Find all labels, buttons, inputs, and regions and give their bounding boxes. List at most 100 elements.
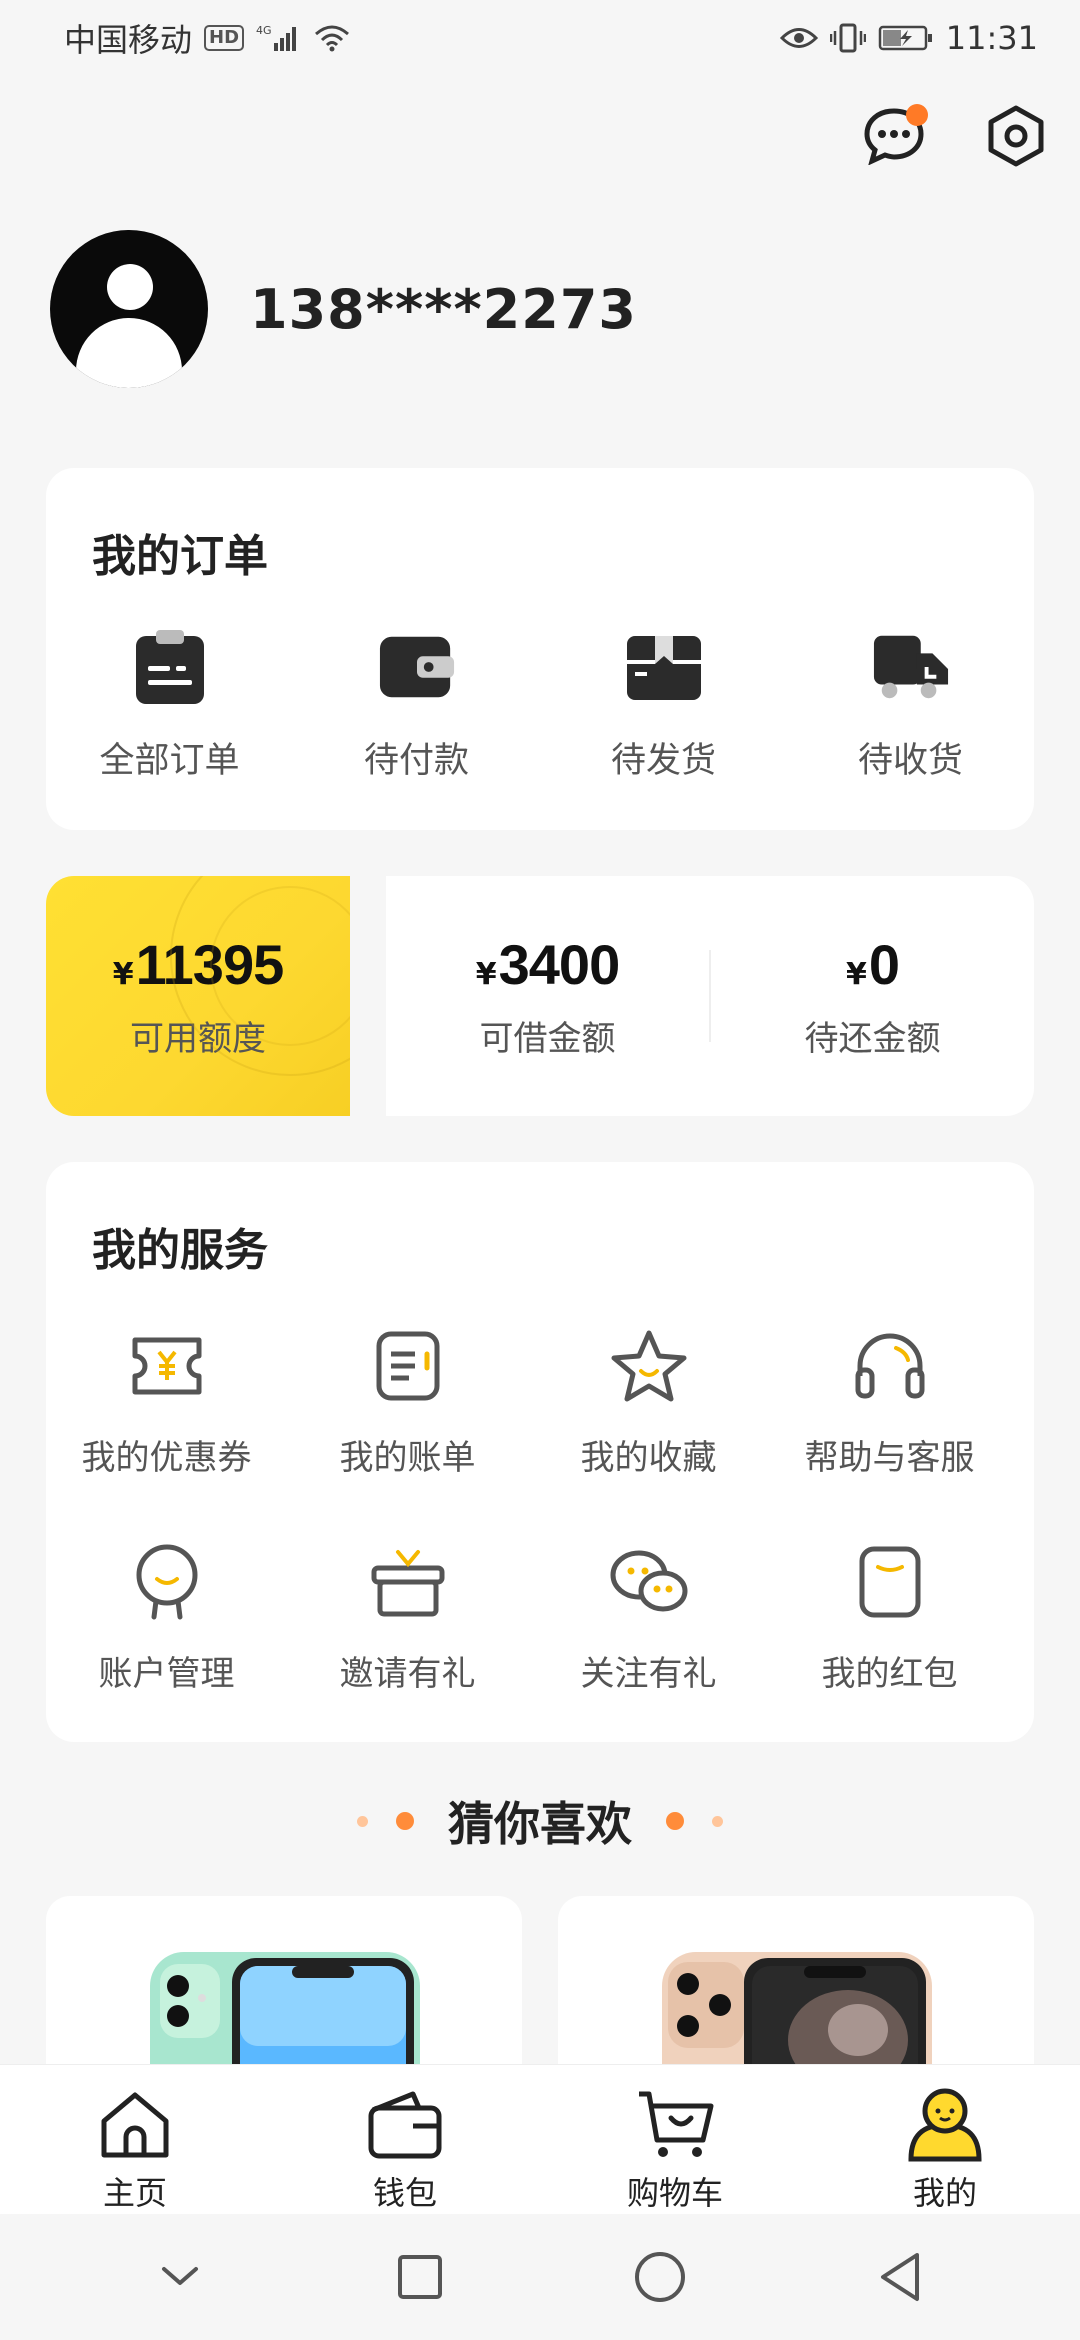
service-account[interactable]: 账户管理 xyxy=(46,1540,287,1756)
avatar-head-shape xyxy=(107,264,153,310)
repay-value: 0 xyxy=(868,933,900,996)
back-button[interactable] xyxy=(865,2242,935,2312)
currency-symbol: ¥ xyxy=(475,957,497,992)
order-pending-payment[interactable]: 待付款 xyxy=(293,628,540,783)
clock: 11:31 xyxy=(945,19,1038,57)
profile-header[interactable]: 138****2273 xyxy=(50,230,637,388)
vibrate-icon xyxy=(829,23,866,53)
service-invite[interactable]: 邀请有礼 xyxy=(287,1540,528,1756)
system-nav-bar xyxy=(0,2214,1080,2340)
wallet-icon xyxy=(365,2085,445,2164)
truck-icon xyxy=(872,628,950,706)
settings-hex-icon xyxy=(988,105,1044,167)
order-pending-shipment[interactable]: 待发货 xyxy=(540,628,787,783)
back-triangle-icon xyxy=(881,2253,919,2301)
repay-label: 待还金额 xyxy=(804,1019,941,1059)
currency-symbol: ¥ xyxy=(112,957,134,992)
credit-section: ¥ 11395 可用额度 ¥ 3400 可借金额 ¥ 0 待还金额 xyxy=(46,876,1034,1116)
bill-icon xyxy=(366,1324,450,1408)
order-all[interactable]: 全部订单 xyxy=(46,628,293,783)
nav-cart[interactable]: 购物车 xyxy=(540,2065,810,2214)
service-favorites[interactable]: 我的收藏 xyxy=(528,1324,769,1540)
decor-dot xyxy=(396,1812,414,1830)
chevron-down-icon xyxy=(162,2267,198,2285)
service-bills[interactable]: 我的账单 xyxy=(287,1324,528,1540)
signal-icon: 4G xyxy=(256,23,302,53)
decor-dot xyxy=(357,1815,368,1827)
services-card: 我的服务 我的优惠券 我的账单 我的收藏 帮助与客服 账户管理 邀请有礼 关注有… xyxy=(46,1162,1034,1742)
status-bar: 中国移动 HD 4G 11:31 xyxy=(0,0,1080,76)
star-icon xyxy=(607,1324,691,1408)
orders-card: 我的订单 全部订单 待付款 待发货 待收货 xyxy=(46,468,1034,830)
service-help[interactable]: 帮助与客服 xyxy=(769,1324,1010,1540)
order-pending-shipment-label: 待发货 xyxy=(610,741,716,781)
service-red-packet-label: 我的红包 xyxy=(821,1654,958,1694)
avatar[interactable] xyxy=(50,230,208,388)
nav-profile[interactable]: 我的 xyxy=(810,2065,1080,2214)
recents-button[interactable] xyxy=(385,2242,455,2312)
wechat-icon xyxy=(607,1540,691,1624)
bottom-nav: 主页 钱包 购物车 我的 xyxy=(0,2064,1080,2214)
borrowable-amount: ¥ 3400 xyxy=(475,932,621,997)
carrier-label: 中国移动 xyxy=(64,21,193,59)
notification-dot xyxy=(906,104,928,126)
nav-home[interactable]: 主页 xyxy=(0,2065,270,2214)
nav-wallet-label: 钱包 xyxy=(372,2174,437,2212)
nav-profile-label: 我的 xyxy=(912,2174,977,2212)
gift-icon xyxy=(366,1540,450,1624)
services-title: 我的服务 xyxy=(92,1225,268,1276)
available-credit-card[interactable]: ¥ 11395 可用额度 xyxy=(46,876,350,1116)
coupon-icon xyxy=(125,1324,209,1408)
nav-cart-label: 购物车 xyxy=(626,2174,723,2212)
network-type: 4G xyxy=(256,24,272,37)
user-phone: 138****2273 xyxy=(250,277,637,341)
clipboard-icon xyxy=(131,628,209,706)
order-pending-receipt[interactable]: 待收货 xyxy=(787,628,1034,783)
service-invite-label: 邀请有礼 xyxy=(339,1654,476,1694)
service-follow-label: 关注有礼 xyxy=(580,1654,717,1694)
order-pending-payment-label: 待付款 xyxy=(363,741,469,781)
home-system-button[interactable] xyxy=(625,2242,695,2312)
decor-dot xyxy=(712,1815,723,1827)
settings-button[interactable] xyxy=(984,104,1048,168)
recommend-title: 猜你喜欢 xyxy=(448,1797,632,1851)
service-coupons[interactable]: 我的优惠券 xyxy=(46,1324,287,1540)
service-red-packet[interactable]: 我的红包 xyxy=(769,1540,1010,1756)
wifi-icon xyxy=(314,24,350,52)
orders-title: 我的订单 xyxy=(92,531,268,582)
recommend-header: 猜你喜欢 xyxy=(0,1788,1080,1854)
hide-nav-button[interactable] xyxy=(145,2242,215,2312)
hd-badge: HD xyxy=(204,25,245,51)
service-coupons-label: 我的优惠券 xyxy=(81,1438,252,1478)
service-favorites-label: 我的收藏 xyxy=(580,1438,717,1478)
order-pending-receipt-label: 待收货 xyxy=(857,741,963,781)
service-follow[interactable]: 关注有礼 xyxy=(528,1540,769,1756)
nav-wallet[interactable]: 钱包 xyxy=(270,2065,540,2214)
battery-icon xyxy=(878,24,934,52)
order-all-label: 全部订单 xyxy=(99,741,240,781)
decor-dot xyxy=(666,1812,684,1830)
messages-button[interactable] xyxy=(862,104,928,168)
service-help-label: 帮助与客服 xyxy=(804,1438,975,1478)
profile-icon xyxy=(905,2085,985,2164)
top-actions xyxy=(862,104,1048,168)
red-packet-icon xyxy=(848,1540,932,1624)
service-bills-label: 我的账单 xyxy=(339,1438,476,1478)
borrowable-value: 3400 xyxy=(498,933,621,996)
headset-icon xyxy=(848,1324,932,1408)
wallet-icon xyxy=(378,628,456,706)
package-icon xyxy=(625,628,703,706)
currency-symbol: ¥ xyxy=(845,957,867,992)
account-icon xyxy=(125,1540,209,1624)
circle-icon xyxy=(635,2252,685,2302)
orders-row: 全部订单 待付款 待发货 待收货 xyxy=(46,628,1034,783)
service-account-label: 账户管理 xyxy=(98,1654,235,1694)
home-icon xyxy=(95,2085,175,2164)
repay-amount: ¥ 0 xyxy=(845,932,900,997)
eye-icon xyxy=(779,25,818,51)
repay-cell[interactable]: ¥ 0 待还金额 xyxy=(711,876,1034,1116)
borrowable-label: 可借金额 xyxy=(479,1019,616,1059)
square-icon xyxy=(398,2255,442,2299)
borrowable-cell[interactable]: ¥ 3400 可借金额 xyxy=(386,876,709,1116)
nav-home-label: 主页 xyxy=(102,2174,167,2212)
